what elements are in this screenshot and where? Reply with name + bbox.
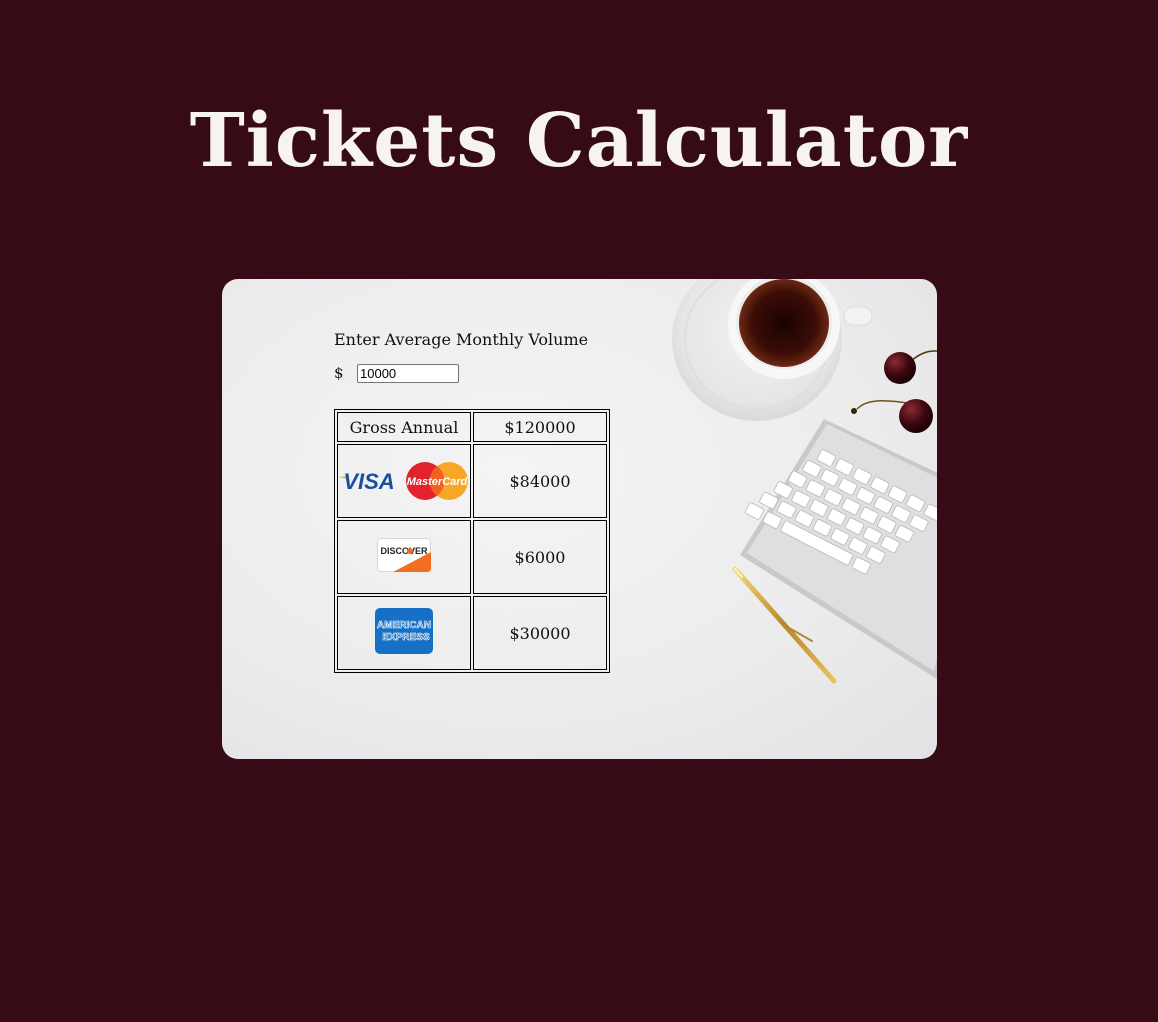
visa-mastercard-value: $84000	[473, 444, 607, 518]
coffee-cup-image	[672, 279, 873, 421]
table-row-discover: DISCOVER $6000	[337, 520, 607, 594]
visa-mastercard-logo-cell: VISA MasterCard	[337, 444, 471, 518]
mastercard-logo: MasterCard	[406, 462, 468, 500]
page-title: Tickets Calculator	[189, 98, 969, 184]
american-express-logo: AMERICAN EXPRESS	[375, 608, 433, 654]
discover-logo-cell: DISCOVER	[337, 520, 471, 594]
table-row-american-express: AMERICAN EXPRESS $30000	[337, 596, 607, 670]
gross-annual-label: Gross Annual	[337, 412, 471, 442]
table-row-visa-mastercard: VISA MasterCard $84000	[337, 444, 607, 518]
gross-annual-value: $120000	[473, 412, 607, 442]
monthly-volume-label: Enter Average Monthly Volume	[334, 330, 589, 349]
svg-text:VISA: VISA	[343, 469, 394, 494]
discover-value: $6000	[473, 520, 607, 594]
calculator-card: Enter Average Monthly Volume $ Gross Ann…	[222, 279, 937, 759]
results-table: Gross Annual $120000 VISA MasterCard $84…	[334, 409, 610, 673]
svg-text:EXPRESS: EXPRESS	[382, 632, 430, 643]
table-row-gross-annual: Gross Annual $120000	[337, 412, 607, 442]
american-express-logo-cell: AMERICAN EXPRESS	[337, 596, 471, 670]
currency-symbol: $	[334, 364, 344, 382]
svg-text:MasterCard: MasterCard	[407, 476, 468, 488]
svg-text:DISCOVER: DISCOVER	[380, 546, 428, 556]
keyboard-image	[740, 419, 937, 679]
american-express-value: $30000	[473, 596, 607, 670]
discover-logo: DISCOVER	[377, 538, 431, 572]
svg-text:AMERICAN: AMERICAN	[377, 620, 431, 631]
visa-logo: VISA	[339, 469, 395, 494]
monthly-volume-input[interactable]	[357, 364, 459, 383]
cherries-image	[851, 350, 937, 433]
